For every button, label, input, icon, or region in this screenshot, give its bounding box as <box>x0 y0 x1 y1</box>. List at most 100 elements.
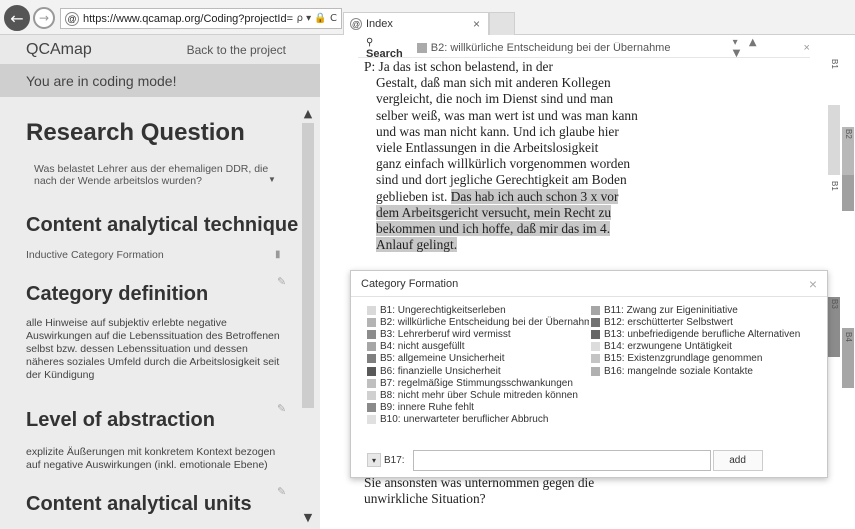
category-item[interactable]: B12: erschütterter Selbstwert <box>591 316 827 328</box>
transcript-line[interactable]: Anlauf gelingt. <box>364 237 654 253</box>
category-item[interactable]: B8: nicht mehr über Schule mitreden könn… <box>367 389 589 401</box>
sidebar: QCAmap Back to the project You are in co… <box>0 35 320 529</box>
edit-icon[interactable]: ✎ <box>277 402 286 415</box>
category-item[interactable]: B1: Ungerechtigkeitserleben <box>367 304 589 316</box>
category-color-swatch <box>591 342 600 352</box>
code-marker[interactable]: B4 <box>844 332 853 342</box>
scroll-up-icon[interactable]: ▲ <box>300 107 316 121</box>
category-item[interactable]: B15: Existenzgrundlage genommen <box>591 353 827 365</box>
category-color-swatch <box>367 342 376 352</box>
scroll-down-icon[interactable]: ▼ <box>300 511 316 525</box>
transcript-line[interactable]: unwirkliche Situation? <box>364 491 654 507</box>
search-input[interactable]: B2: willkürliche Entscheidung bei der Üb… <box>431 42 719 54</box>
add-button[interactable]: add <box>712 449 763 471</box>
category-color-swatch <box>367 415 376 425</box>
category-color-swatch <box>367 354 376 364</box>
sidebar-content: Research Question Was belastet Lehrer au… <box>0 97 320 529</box>
category-item[interactable]: B9: innere Ruhe fehlt <box>367 402 589 414</box>
transcript-line[interactable]: und was man nicht kann. Und ich glaube h… <box>364 124 654 140</box>
units-title: Content analytical units <box>26 493 252 515</box>
category-item[interactable]: B7: regelmäßige Stimmungsschwankungen <box>367 377 589 389</box>
transcript-line[interactable]: viele Entlassungen in die Arbeitslosigke… <box>364 140 654 156</box>
research-question-title: Research Question <box>26 119 245 146</box>
coding-mode-banner: You are in coding mode! <box>0 64 320 97</box>
search-close-icon[interactable]: × <box>804 42 810 54</box>
search-label-text: Search <box>366 47 403 60</box>
transcript-text-bottom[interactable]: Sie ansonsten was unternommen gegen die u… <box>364 475 654 507</box>
code-marker[interactable]: B3 <box>830 299 839 309</box>
category-item[interactable]: B6: finanzielle Unsicherheit <box>367 365 589 377</box>
transcript-line[interactable]: ganz einfach willkürlich vorgenommen wor… <box>364 156 654 172</box>
chevron-down-icon[interactable]: ▾ <box>367 453 381 467</box>
transcript-line[interactable]: geblieben ist. Das hab ich auch schon 3 … <box>364 188 654 205</box>
category-item[interactable]: B14: erzwungene Untätigkeit <box>591 341 827 353</box>
browser-tab[interactable]: @ Index × <box>343 12 489 35</box>
code-bar <box>828 105 840 175</box>
dialog-header: Category Formation <box>351 271 827 297</box>
back-icon[interactable]: ← <box>4 5 30 31</box>
category-color-swatch <box>367 390 376 400</box>
transcript-line[interactable]: P: Ja das ist schon belastend, in der <box>364 59 654 75</box>
category-item[interactable]: B10: unerwarteter beruflicher Abbruch <box>367 414 589 426</box>
category-item[interactable]: B11: Zwang zur Eigeninitiative <box>591 304 827 316</box>
research-question-text[interactable]: Was belastet Lehrer aus der ehemaligen D… <box>34 163 279 187</box>
transcript-text[interactable]: P: Ja das ist schon belastend, in der Ges… <box>364 59 654 253</box>
transcript-line[interactable]: Gestalt, daß man sich mit anderen Kolleg… <box>364 75 654 91</box>
address-bar[interactable]: @ https://www.qcamap.org/Coding?projectI… <box>60 8 342 29</box>
close-icon[interactable]: × <box>809 276 817 292</box>
category-item[interactable]: B2: willkürliche Entscheidung bei der Üb… <box>367 316 589 328</box>
abstraction-text: explizite Äußerungen mit konkretem Konte… <box>26 446 276 471</box>
code-color-swatch <box>417 42 427 53</box>
category-color-swatch <box>367 329 376 339</box>
category-item[interactable]: B16: mangelnde soziale Kontakte <box>591 365 827 377</box>
transcript-line[interactable]: dem Arbeitsgericht versucht, mein Recht … <box>364 204 654 221</box>
code-bar <box>842 175 854 211</box>
coded-segment[interactable]: Das hab ich auch schon 3 x vor <box>450 188 619 204</box>
category-label: B14: erzwungene Untätigkeit <box>604 341 732 353</box>
category-color-swatch <box>367 366 376 376</box>
tab-close-icon[interactable]: × <box>473 17 480 31</box>
dialog-title: Category Formation <box>361 277 459 290</box>
category-item[interactable]: B5: allgemeine Unsicherheit <box>367 353 589 365</box>
category-list-right: B11: Zwang zur Eigeninitiative B12: ersch… <box>591 304 827 377</box>
edit-icon[interactable]: ✎ <box>277 275 286 288</box>
site-favicon-icon: @ <box>65 11 79 26</box>
edit-icon[interactable]: ✎ <box>277 485 286 498</box>
document-icon[interactable]: ▮ <box>275 249 281 260</box>
chevron-down-icon[interactable]: ▼ <box>268 175 276 184</box>
search-nav-icons[interactable]: ▾ ▲ ▼ <box>733 37 778 59</box>
new-tab-button[interactable] <box>489 12 515 35</box>
category-label: B9: innere Ruhe fehlt <box>380 402 474 414</box>
brand-logo[interactable]: QCAmap <box>26 41 92 59</box>
back-to-project-link[interactable]: Back to the project <box>187 43 286 57</box>
code-marker[interactable]: B1 <box>830 59 839 69</box>
coded-segment[interactable]: bekommen und ich hoffe, daß mir das im 4… <box>376 220 611 236</box>
address-tools[interactable]: ρ ▾ 🔒 C <box>293 13 341 24</box>
coded-segment[interactable]: Anlauf gelingt. <box>376 237 458 253</box>
url-text[interactable]: https://www.qcamap.org/Coding?projectId=… <box>83 13 293 25</box>
new-category-input[interactable] <box>412 449 711 471</box>
transcript-line[interactable]: selber weiß, was man wert ist und was ma… <box>364 108 654 124</box>
sidebar-scrollbar[interactable]: ▲ ▼ <box>300 107 316 529</box>
category-item[interactable]: B13: unbefriedigende berufliche Alternat… <box>591 328 827 340</box>
category-label: B16: mangelnde soziale Kontakte <box>604 365 753 377</box>
code-marker[interactable]: B2 <box>844 129 853 139</box>
plain-segment[interactable]: geblieben ist. <box>376 189 451 204</box>
search-icon: ⚲ <box>366 36 374 48</box>
coded-segment[interactable]: dem Arbeitsgericht versucht, mein Recht … <box>376 204 612 220</box>
transcript-line[interactable]: bekommen und ich hoffe, daß mir das im 4… <box>364 220 654 237</box>
search-bar[interactable]: ⚲ Search B2: willkürliche Entscheidung b… <box>358 36 810 60</box>
category-item[interactable]: B4: nicht ausgefüllt <box>367 341 589 353</box>
code-marker[interactable]: B1 <box>830 181 839 191</box>
technique-title: Content analytical technique <box>26 214 299 236</box>
category-definition-text: alle Hinweise auf subjektiv erlebte nega… <box>26 317 280 381</box>
scroll-thumb[interactable] <box>302 123 314 408</box>
transcript-line[interactable]: sind und dort jegliche Gerechtigkeit am … <box>364 172 654 188</box>
category-item[interactable]: B3: Lehrerberuf wird vermisst <box>367 328 589 340</box>
category-label: B2: willkürliche Entscheidung bei der Üb… <box>380 316 589 328</box>
forward-icon[interactable]: → <box>33 7 55 29</box>
tab-favicon-icon: @ <box>350 18 362 30</box>
category-label: B8: nicht mehr über Schule mitreden könn… <box>380 389 578 401</box>
category-label: B3: Lehrerberuf wird vermisst <box>380 328 511 340</box>
transcript-line[interactable]: vergleicht, die noch im Dienst sind und … <box>364 91 654 107</box>
